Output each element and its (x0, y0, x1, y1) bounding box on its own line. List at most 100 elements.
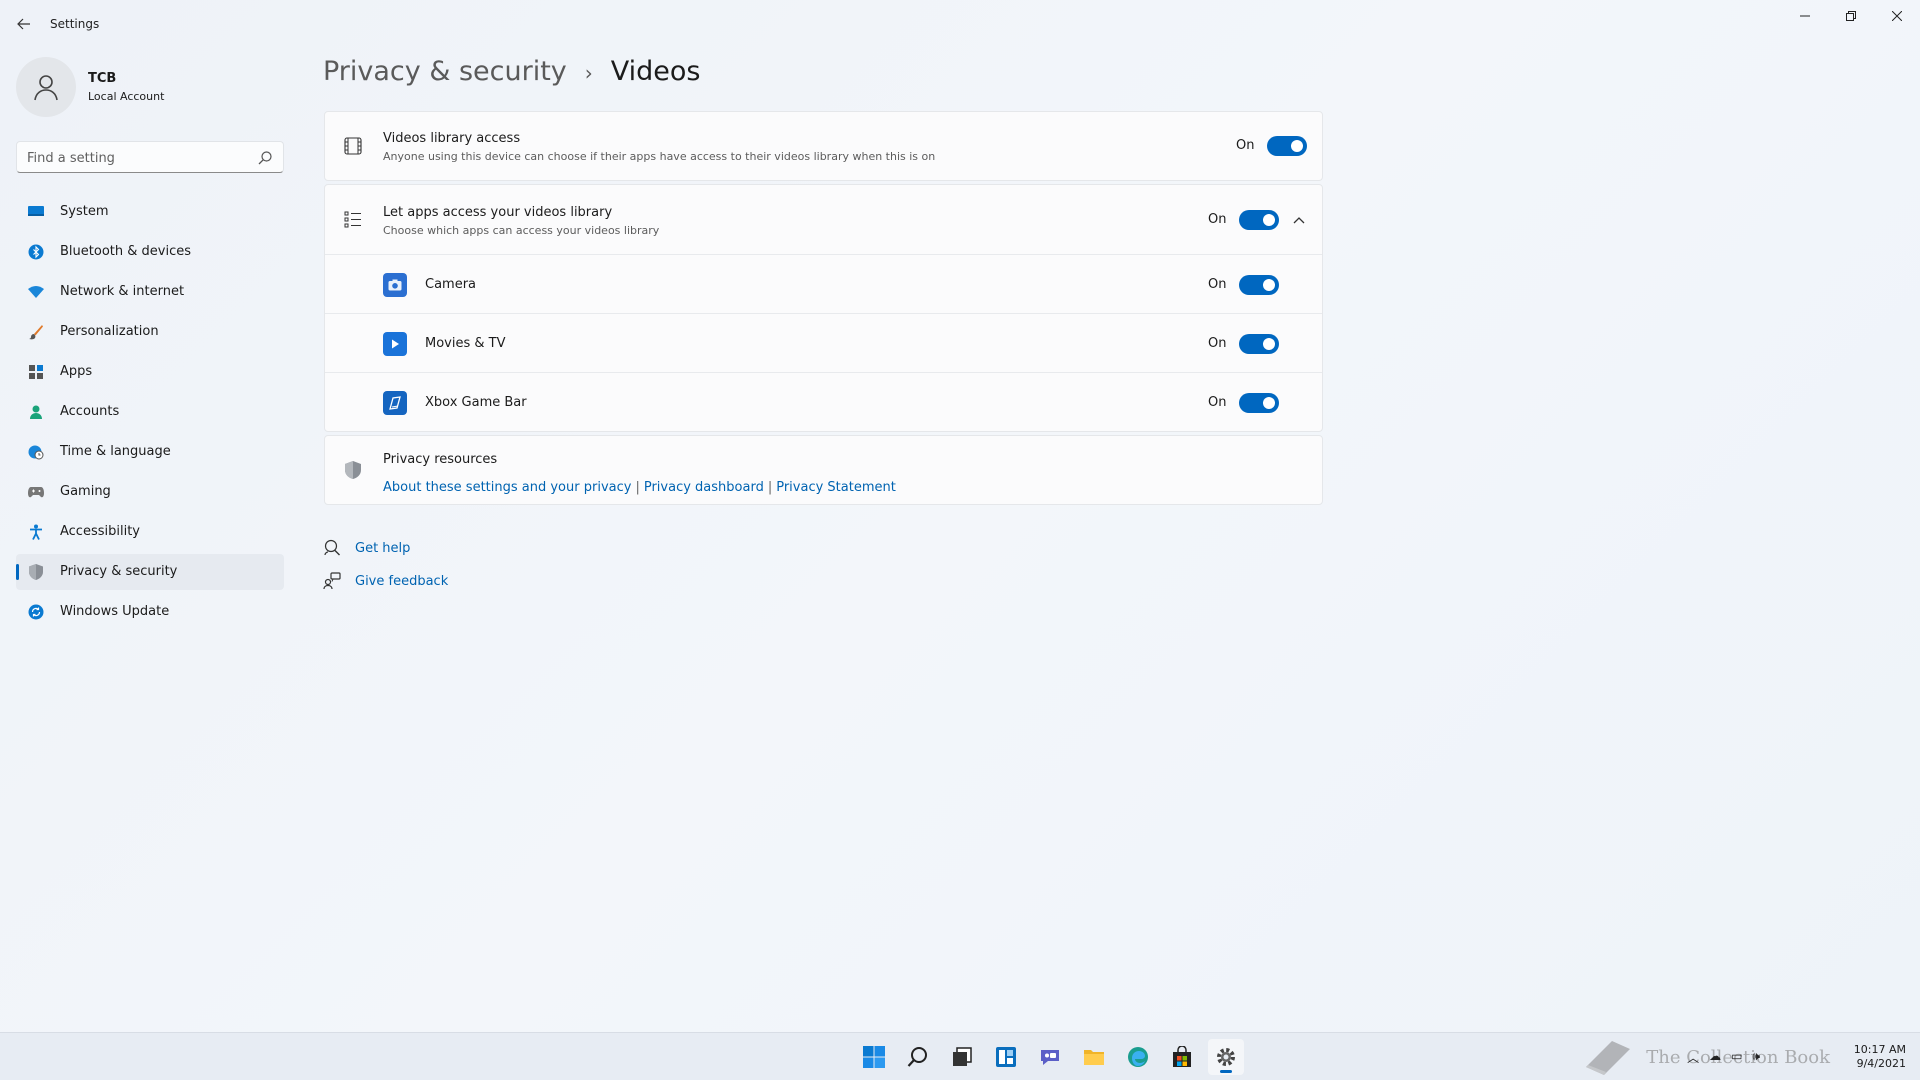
give-feedback-link[interactable]: Give feedback (323, 571, 448, 591)
movies-tv-app-icon (383, 332, 407, 356)
get-help-link[interactable]: Get help (323, 538, 410, 558)
globe-clock-icon (28, 444, 44, 460)
sidebar-item-time-language[interactable]: Time & language (16, 434, 284, 470)
camera-app-icon (383, 273, 407, 297)
book-icon (1586, 1041, 1631, 1075)
taskbar-search-button[interactable] (900, 1039, 936, 1075)
app-name: Xbox Game Bar (425, 395, 527, 410)
user-profile[interactable]: TCB Local Account (16, 57, 286, 117)
sidebar-item-label: System (60, 204, 109, 219)
sidebar-item-apps[interactable]: Apps (16, 354, 284, 390)
camera-toggle[interactable] (1239, 275, 1279, 295)
account-type: Local Account (88, 90, 165, 103)
task-view-button[interactable] (944, 1039, 980, 1075)
edge-icon (1128, 1047, 1148, 1067)
let-apps-access-state: On (1208, 212, 1227, 227)
settings-icon (1217, 1048, 1235, 1066)
gamepad-icon (28, 484, 44, 500)
update-icon (28, 604, 44, 620)
restore-icon (1846, 11, 1856, 21)
videos-library-access-card: Videos library access Anyone using this … (324, 111, 1323, 181)
wifi-icon (28, 284, 44, 300)
videos-library-access-row: Videos library access Anyone using this … (325, 112, 1322, 180)
app-name: Camera (425, 277, 477, 292)
sidebar-item-gaming[interactable]: Gaming (16, 474, 284, 510)
sidebar-item-accounts[interactable]: Accounts (16, 394, 284, 430)
let-apps-access-toggle[interactable] (1239, 210, 1279, 230)
file-explorer-button[interactable] (1076, 1039, 1112, 1075)
chat-button[interactable] (1032, 1039, 1068, 1075)
taskbar-icons (856, 1039, 1252, 1075)
restore-button[interactable] (1828, 0, 1874, 32)
sidebar-item-system[interactable]: System (16, 194, 284, 230)
breadcrumb-parent[interactable]: Privacy & security (323, 56, 567, 87)
page-title: Videos (610, 56, 701, 87)
xbox-game-bar-toggle[interactable] (1239, 393, 1279, 413)
clock-time: 10:17 AM (1853, 1043, 1906, 1056)
close-icon (1892, 11, 1902, 21)
title-bar: Settings (0, 0, 1920, 48)
person-icon (34, 75, 58, 101)
chevron-up-icon[interactable]: ︿ (1687, 1049, 1699, 1066)
sidebar-item-label: Time & language (60, 444, 171, 459)
film-icon (343, 136, 363, 156)
settings-search[interactable] (16, 141, 284, 173)
privacy-resources-card: Privacy resources About these settings a… (324, 435, 1323, 505)
sidebar-item-bluetooth[interactable]: Bluetooth & devices (16, 234, 284, 270)
settings-window: Settings TCB Local Account System Blueto… (0, 0, 1920, 1032)
settings-taskbar-button[interactable] (1208, 1039, 1244, 1075)
sidebar-item-network[interactable]: Network & internet (16, 274, 284, 310)
let-apps-access-row[interactable]: Let apps access your videos library Choo… (325, 185, 1322, 255)
onedrive-icon[interactable]: ☁ (1709, 1049, 1721, 1066)
give-feedback-label: Give feedback (355, 573, 449, 589)
privacy-dashboard-link[interactable]: Privacy dashboard (644, 480, 764, 495)
store-button[interactable] (1164, 1039, 1200, 1075)
videos-library-access-title: Videos library access (383, 131, 521, 146)
start-button[interactable] (856, 1039, 892, 1075)
list-icon (343, 209, 363, 229)
app-row-xbox-game-bar: Xbox Game Bar On (325, 373, 1322, 431)
minimize-button[interactable] (1782, 0, 1828, 32)
back-arrow-icon (17, 18, 30, 30)
widgets-icon (996, 1047, 1016, 1067)
movies-tv-toggle[interactable] (1239, 334, 1279, 354)
back-button[interactable] (12, 12, 36, 36)
privacy-statement-link[interactable]: Privacy Statement (776, 480, 896, 495)
app-name: Movies & TV (425, 336, 506, 351)
get-help-label: Get help (355, 540, 411, 556)
help-icon (323, 539, 341, 557)
sidebar-item-personalization[interactable]: Personalization (16, 314, 284, 350)
videos-library-access-description: Anyone using this device can choose if t… (383, 150, 936, 163)
chevron-up-icon[interactable] (1291, 212, 1307, 228)
app-state: On (1208, 395, 1227, 410)
about-privacy-link[interactable]: About these settings and your privacy (383, 480, 631, 495)
sidebar-item-label: Apps (60, 364, 93, 379)
app-row-movies-tv: Movies & TV On (325, 314, 1322, 373)
start-icon (863, 1046, 885, 1068)
sidebar-item-label: Windows Update (60, 604, 170, 619)
clock[interactable]: 10:17 AM 9/4/2021 (1854, 1043, 1906, 1071)
sidebar-item-label: Network & internet (60, 284, 185, 299)
sidebar-item-label: Accounts (60, 404, 120, 419)
edge-button[interactable] (1120, 1039, 1156, 1075)
search-input[interactable] (27, 148, 247, 168)
network-icon[interactable]: ▭ (1731, 1049, 1742, 1066)
sidebar-item-label: Personalization (60, 324, 159, 339)
volume-icon[interactable]: 🕪 (1752, 1049, 1760, 1066)
app-row-camera: Camera On (325, 255, 1322, 314)
taskbar: The Collection Book ︿ ☁ ▭ 🕪 10:17 AM 9/4… (0, 1032, 1920, 1080)
bluetooth-icon (28, 244, 44, 260)
sidebar-item-windows-update[interactable]: Windows Update (16, 594, 284, 630)
search-icon[interactable] (257, 150, 273, 166)
minimize-icon (1800, 15, 1810, 17)
widgets-button[interactable] (988, 1039, 1024, 1075)
app-state: On (1208, 277, 1227, 292)
sidebar-item-privacy-security[interactable]: Privacy & security (16, 554, 284, 590)
close-button[interactable] (1874, 0, 1920, 32)
app-state: On (1208, 336, 1227, 351)
brush-icon (28, 324, 44, 340)
videos-library-access-toggle[interactable] (1267, 136, 1307, 156)
sidebar-item-label: Accessibility (60, 524, 140, 539)
sidebar-item-accessibility[interactable]: Accessibility (16, 514, 284, 550)
link-separator: | (767, 480, 773, 495)
